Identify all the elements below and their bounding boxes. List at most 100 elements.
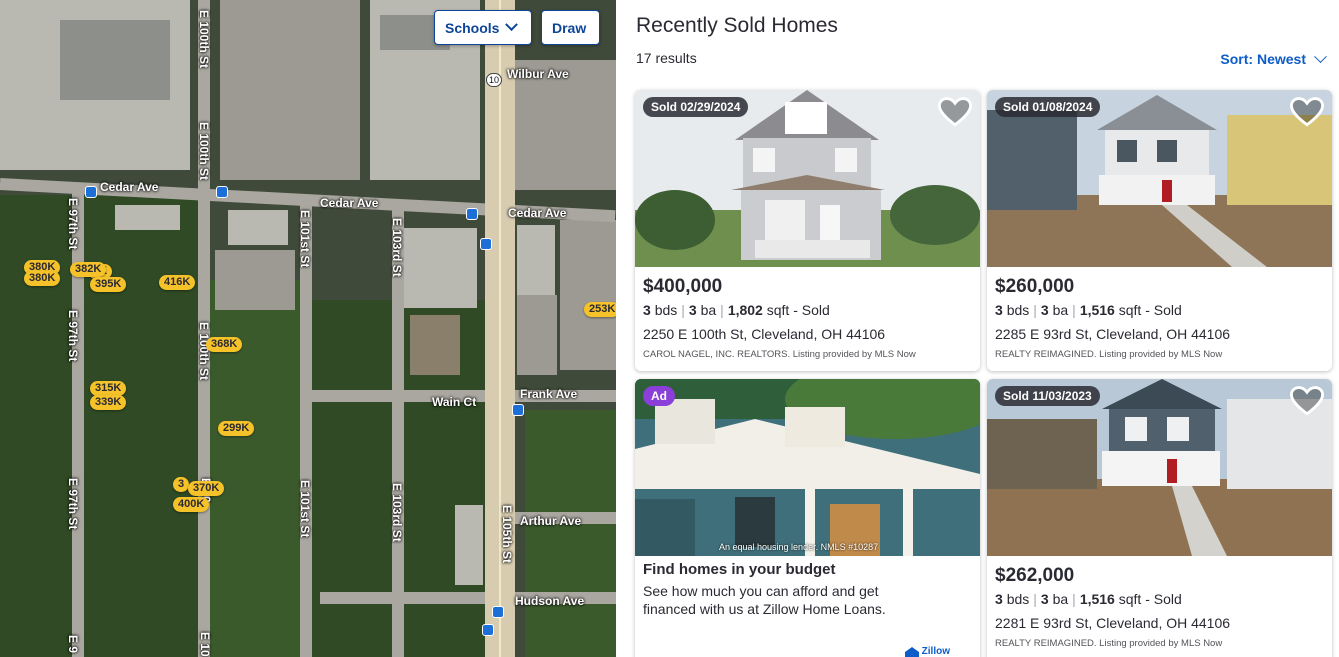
ad-house-image: [635, 379, 980, 556]
bus-stop-icon[interactable]: [512, 404, 524, 416]
map-price-pin[interactable]: 368K: [206, 337, 243, 352]
divider: |: [1033, 591, 1037, 607]
divider: |: [1033, 302, 1037, 318]
favorite-heart-icon[interactable]: [1290, 385, 1324, 417]
listing-card[interactable]: Sold 01/08/2024 $260,000 3 bds | 3 ba | 1,51…: [987, 90, 1332, 371]
listing-card[interactable]: Sold 02/29/2024 $400,000 3 bds | 3 ba | 1,80…: [635, 90, 980, 371]
ad-photo[interactable]: Ad An equal housing lender. NMLS #10287: [635, 379, 980, 556]
divider: |: [681, 302, 685, 318]
sqft-unit: sqft: [1118, 302, 1142, 318]
street-label-e97th: E 97th St: [66, 198, 80, 250]
street-label-wilbur-ave: Wilbur Ave: [507, 67, 569, 81]
listing-broker: CAROL NAGEL, INC. REALTORS. Listing prov…: [643, 349, 916, 360]
listing-photo[interactable]: Sold 11/03/2023: [987, 379, 1332, 556]
bus-stop-icon[interactable]: [216, 186, 228, 198]
sqft-unit: sqft: [766, 302, 790, 318]
sqft-value: 1,516: [1079, 591, 1115, 607]
street-label-wain-ct: Wain Ct: [432, 395, 477, 409]
favorite-heart-icon[interactable]: [938, 96, 972, 128]
street-label-e101st: E 101st St: [298, 210, 312, 268]
beds-count: 3: [643, 302, 651, 318]
street-label-cedar-ave: Cedar Ave: [100, 180, 159, 194]
map-road-e97th: [72, 190, 84, 657]
map-building: [115, 205, 180, 230]
sort-dropdown[interactable]: Sort: Newest: [1220, 49, 1327, 67]
route-shield-icon: 10: [486, 73, 502, 87]
map-building: [228, 210, 288, 245]
baths-unit: ba: [1052, 591, 1069, 607]
bus-stop-icon[interactable]: [482, 624, 494, 636]
map-price-pin[interactable]: 370K: [188, 481, 225, 496]
map-building: [455, 90, 477, 140]
ad-title: Find homes in your budget: [643, 561, 836, 578]
bus-stop-icon[interactable]: [480, 238, 492, 250]
listing-photo[interactable]: Sold 01/08/2024: [987, 90, 1332, 267]
listing-facts: 3 bds | 3 ba | 1,516 sqft - Sold: [995, 302, 1182, 318]
draw-button[interactable]: Draw: [541, 10, 600, 45]
map-residential-area: [525, 410, 616, 657]
map-price-pin[interactable]: 395K: [90, 277, 127, 292]
divider: |: [720, 302, 724, 318]
map-building: [402, 228, 477, 308]
street-label-e100th: E 10: [198, 632, 212, 657]
map-price-pin[interactable]: 416K: [159, 275, 196, 290]
listing-address[interactable]: 2281 E 93rd St, Cleveland, OH 44106: [995, 615, 1230, 631]
baths-count: 3: [688, 302, 697, 318]
bus-stop-icon[interactable]: [492, 606, 504, 618]
beds-count: 3: [995, 591, 1003, 607]
street-label-e97th: E 97th St: [66, 478, 80, 530]
map-price-pin[interactable]: 253K: [584, 302, 616, 317]
draw-button-label: Draw: [552, 19, 587, 36]
street-label-cedar-ave: Cedar Ave: [508, 206, 567, 220]
map-building: [372, 125, 410, 175]
listing-card[interactable]: Sold 11/03/2023 $262,000 3 bds | 3 ba | 1,51…: [987, 379, 1332, 657]
map-price-pin[interactable]: 400K: [173, 497, 210, 512]
listing-broker: REALTY REIMAGINED. Listing provided by M…: [995, 638, 1223, 649]
zillow-logo-icon: [904, 646, 919, 657]
ad-disclaimer: An equal housing lender. NMLS #10287: [719, 542, 879, 552]
map-price-pin[interactable]: 3: [173, 477, 190, 492]
bus-stop-icon[interactable]: [466, 208, 478, 220]
sold-date-badge: Sold 02/29/2024: [643, 97, 749, 117]
map-parking-lot: [220, 0, 360, 180]
street-label-frank-ave: Frank Ave: [520, 387, 578, 401]
sold-date-badge: Sold 01/08/2024: [995, 97, 1101, 117]
map-parking-lot: [517, 295, 557, 375]
schools-button-label: Schools: [445, 19, 500, 36]
street-label-e100th: E 100th St: [197, 10, 211, 69]
street-label-hudson-ave: Hudson Ave: [515, 594, 585, 608]
map-price-pin[interactable]: 382K: [70, 262, 107, 277]
map-price-pin[interactable]: 315K: [90, 381, 127, 396]
map-road-e103rd: [392, 210, 404, 657]
listing-photo[interactable]: Sold 02/29/2024: [635, 90, 980, 267]
ad-body: See how much you can afford and get fina…: [643, 583, 886, 617]
map-view[interactable]: Cedar Ave Cedar Ave Cedar Ave Wilbur Ave…: [0, 0, 616, 657]
street-label-e101st: E 101st St: [298, 480, 312, 538]
divider: |: [1072, 591, 1076, 607]
map-building: [455, 505, 483, 585]
listing-facts: 3 bds | 3 ba | 1,516 sqft - Sold: [995, 591, 1182, 607]
chevron-down-icon: [1314, 49, 1327, 63]
favorite-heart-icon[interactable]: [1290, 96, 1324, 128]
map-price-pin[interactable]: 299K: [218, 421, 255, 436]
ad-card[interactable]: Ad An equal housing lender. NMLS #10287 …: [635, 379, 980, 657]
listing-status: - Sold: [1145, 302, 1182, 318]
map-price-pin[interactable]: 380K: [24, 271, 61, 286]
map-price-pin[interactable]: 339K: [90, 395, 127, 410]
map-parking-lot: [560, 220, 616, 370]
listing-address[interactable]: 2250 E 100th St, Cleveland, OH 44106: [643, 326, 885, 342]
listing-price: $260,000: [995, 276, 1075, 297]
street-label-cedar-ave: Cedar Ave: [320, 196, 379, 210]
schools-filter-button[interactable]: Schools: [434, 10, 532, 45]
street-label-e103rd: E 103rd St: [390, 218, 404, 277]
results-panel: Recently Sold Homes 17 results Sort: New…: [616, 0, 1339, 657]
listing-address[interactable]: 2285 E 93rd St, Cleveland, OH 44106: [995, 326, 1230, 342]
street-label-e105th: E 105th St: [500, 505, 514, 564]
street-label-arthur-ave: Arthur Ave: [520, 514, 582, 528]
bus-stop-icon[interactable]: [85, 186, 97, 198]
sqft-value: 1,516: [1079, 302, 1115, 318]
page-title: Recently Sold Homes: [636, 14, 838, 37]
listing-status: - Sold: [1145, 591, 1182, 607]
map-construction-site: [410, 315, 460, 375]
listing-broker: REALTY REIMAGINED. Listing provided by M…: [995, 349, 1223, 360]
